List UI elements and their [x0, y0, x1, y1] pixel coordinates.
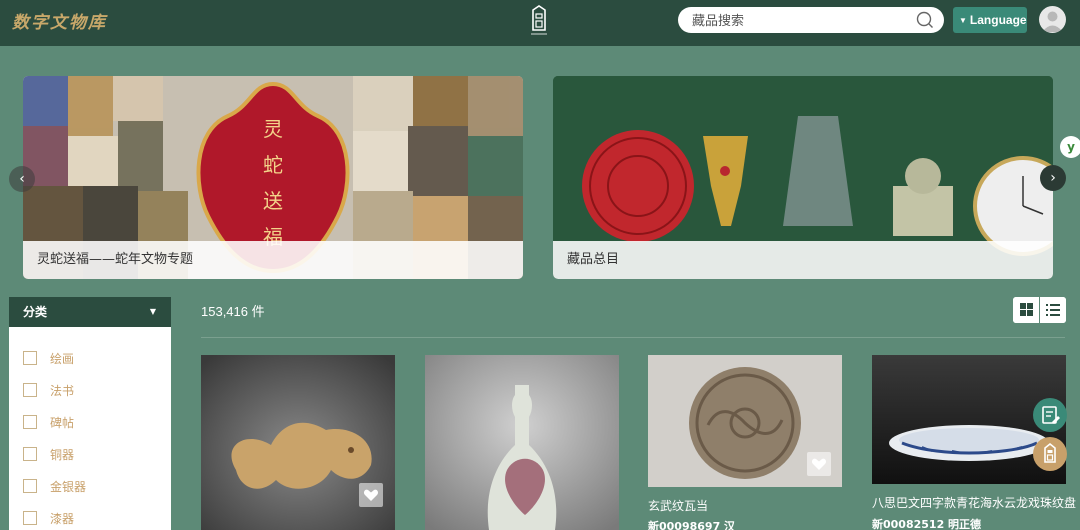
search-input[interactable]: [692, 11, 912, 29]
category-label: 铜器: [50, 447, 75, 462]
divider: [201, 337, 1065, 338]
top-bar: 数字文物库 ▼Language: [0, 0, 1080, 46]
search-icon[interactable]: [916, 11, 934, 29]
checkbox[interactable]: [23, 479, 37, 493]
category-item-painting[interactable]: 绘画: [23, 349, 74, 367]
heart-icon: [363, 489, 379, 501]
list-view-button[interactable]: [1040, 297, 1066, 323]
museum-guide-button[interactable]: [1033, 437, 1067, 471]
result-count: 153,416 件: [201, 304, 265, 319]
banner-art-char-2: 蛇: [263, 153, 283, 177]
artifact-meta: 新00098697 汉: [648, 520, 736, 530]
banner-collection-catalog[interactable]: 藏品总目: [553, 76, 1053, 279]
category-item-lacquer[interactable]: 漆器: [23, 509, 74, 527]
chevron-right-icon: ›: [1050, 170, 1056, 186]
category-dropdown-header[interactable]: 分类 ▼: [9, 297, 171, 327]
artifact-meta: 新00082512 明正德: [872, 518, 982, 530]
checkbox[interactable]: [23, 415, 37, 429]
category-label: 法书: [50, 383, 75, 398]
chevron-left-icon: ‹: [19, 171, 25, 187]
banner-art-char-1: 灵: [263, 117, 283, 141]
caret-down-icon: ▼: [149, 307, 156, 316]
artifact-image[interactable]: [425, 355, 619, 530]
checkbox[interactable]: [23, 383, 37, 397]
user-avatar[interactable]: [1039, 6, 1066, 33]
side-widget-button[interactable]: y: [1060, 136, 1080, 158]
category-label: 碑帖: [50, 415, 75, 430]
checkbox[interactable]: [23, 511, 37, 525]
category-list: 绘画 法书 碑帖 铜器 金银器 漆器: [9, 327, 171, 530]
caret-down-icon: ▼: [959, 16, 967, 25]
category-item-gold-silver[interactable]: 金银器: [23, 477, 86, 495]
site-logo[interactable]: 数字文物库: [12, 8, 107, 33]
banner-snake-year[interactable]: 灵 蛇 送 福 灵蛇送福——蛇年文物专题: [23, 76, 523, 279]
artifact-title[interactable]: 八思巴文四字款青花海水云龙戏珠纹盘: [872, 494, 1076, 511]
banner-caption[interactable]: 藏品总目: [553, 241, 1053, 279]
user-icon: [1042, 11, 1063, 32]
carousel-next-button[interactable]: ›: [1040, 165, 1066, 191]
edit-note-icon: [1042, 406, 1060, 424]
favorite-button[interactable]: [807, 452, 831, 476]
grid-view-button[interactable]: [1013, 297, 1040, 323]
artifact-card[interactable]: 玄武纹瓦当 新00098697 汉: [648, 355, 842, 530]
category-item-calligraphy[interactable]: 法书: [23, 381, 74, 399]
checkbox[interactable]: [23, 351, 37, 365]
carousel-prev-button[interactable]: ‹: [9, 166, 35, 192]
list-icon: [1046, 304, 1060, 316]
grid-icon: [1020, 303, 1033, 316]
feedback-button[interactable]: [1033, 398, 1067, 432]
favorite-button[interactable]: [359, 483, 383, 507]
category-label: 漆器: [50, 511, 75, 526]
language-button[interactable]: ▼ Language: [953, 7, 1027, 33]
category-label: 绘画: [50, 351, 75, 366]
banner-art-char-3: 送: [263, 189, 283, 213]
category-title: 分类: [23, 305, 48, 319]
artifact-card[interactable]: [201, 355, 395, 530]
search-bar: [678, 7, 944, 33]
banner-caption[interactable]: 灵蛇送福——蛇年文物专题: [23, 241, 523, 279]
artifact-card[interactable]: [425, 355, 619, 530]
museum-emblem-icon: [1044, 442, 1056, 463]
category-label: 金银器: [50, 479, 87, 494]
category-item-bronze[interactable]: 铜器: [23, 445, 74, 463]
category-item-rubbings[interactable]: 碑帖: [23, 413, 74, 431]
y-logo-icon: y: [1067, 140, 1075, 154]
museum-emblem-icon[interactable]: [524, 4, 554, 40]
heart-icon: [811, 458, 827, 470]
artifact-title[interactable]: 玄武纹瓦当: [648, 497, 708, 514]
language-label: Language: [969, 13, 1027, 27]
view-toggle: [1013, 297, 1066, 323]
checkbox[interactable]: [23, 447, 37, 461]
